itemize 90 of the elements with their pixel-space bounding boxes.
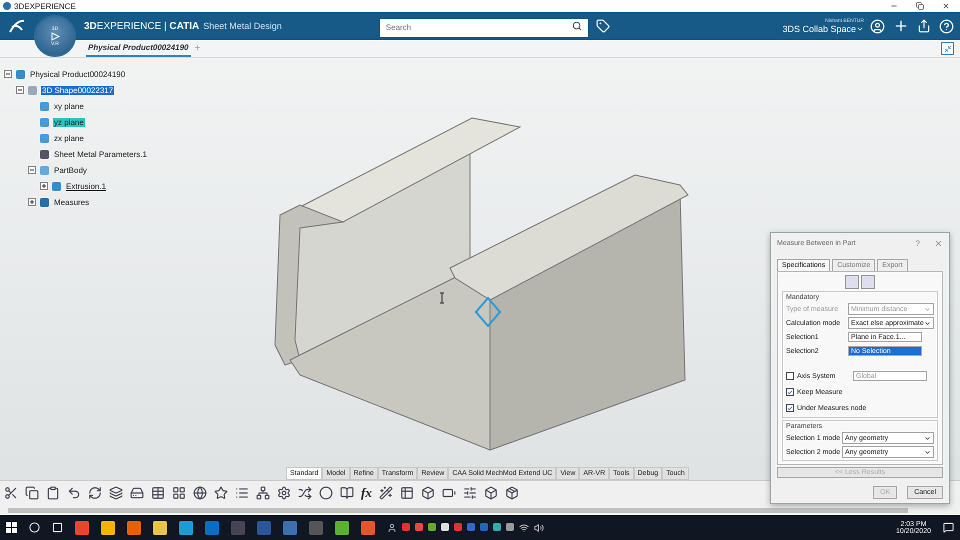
copy-icon[interactable] bbox=[25, 486, 39, 500]
app-tile-icon[interactable] bbox=[283, 520, 297, 534]
formula-button[interactable]: fx bbox=[361, 485, 372, 501]
app-tile-icon[interactable] bbox=[75, 520, 89, 534]
add-icon[interactable] bbox=[893, 18, 909, 34]
plane-icon bbox=[39, 116, 50, 128]
sphere-icon[interactable] bbox=[319, 486, 333, 500]
brand-title: 3DEXPERIENCE | CATIA bbox=[84, 20, 200, 32]
star-icon[interactable] bbox=[214, 486, 228, 500]
book-icon[interactable] bbox=[340, 486, 354, 500]
layers-icon[interactable] bbox=[109, 486, 123, 500]
collapse-toggle-icon[interactable] bbox=[4, 70, 12, 78]
tree-item[interactable]: zx plane bbox=[53, 134, 85, 142]
node-icon bbox=[39, 164, 50, 176]
tree-item[interactable]: PartBody bbox=[53, 166, 88, 174]
checkbox[interactable] bbox=[786, 388, 794, 396]
cursor-icon bbox=[440, 292, 444, 304]
window-title: 3DEXPERIENCE bbox=[14, 2, 76, 10]
collapse-toggle-icon[interactable] bbox=[28, 166, 36, 174]
logo-icon bbox=[8, 18, 26, 34]
sliders-icon[interactable] bbox=[462, 486, 477, 500]
network-icon[interactable] bbox=[256, 486, 270, 500]
plane-icon bbox=[39, 100, 50, 112]
checkbox[interactable] bbox=[786, 372, 794, 380]
app-name: Sheet Metal Design bbox=[203, 21, 282, 31]
collapse-icon[interactable] bbox=[941, 42, 954, 55]
app-tile-icon[interactable] bbox=[205, 520, 219, 534]
grid-icon[interactable] bbox=[172, 486, 186, 500]
node-icon bbox=[39, 196, 50, 208]
app-tile-icon[interactable] bbox=[153, 520, 167, 534]
package-icon[interactable] bbox=[504, 486, 519, 500]
measure-marker-icon bbox=[474, 296, 502, 328]
app-tile-icon[interactable] bbox=[101, 520, 115, 534]
cube-icon[interactable] bbox=[484, 486, 498, 500]
play-icon bbox=[50, 32, 60, 40]
user-icon[interactable] bbox=[870, 18, 885, 34]
app-tile-icon[interactable] bbox=[361, 520, 375, 534]
table-icon[interactable] bbox=[151, 486, 165, 500]
windows-start-icon[interactable] bbox=[6, 522, 17, 533]
node-icon bbox=[15, 68, 26, 80]
collab-space-dropdown[interactable]: 3DS Collab Space bbox=[782, 24, 864, 34]
people-icon[interactable] bbox=[387, 522, 397, 532]
app-tile-icon[interactable] bbox=[127, 520, 141, 534]
app-tile-icon[interactable] bbox=[179, 520, 193, 534]
tree-item[interactable]: Measures bbox=[53, 198, 90, 206]
refresh-icon[interactable] bbox=[88, 486, 102, 500]
tag-icon[interactable] bbox=[596, 19, 610, 33]
shuffle-icon[interactable] bbox=[298, 486, 312, 500]
tree-item[interactable]: 3D Shape00022317 bbox=[41, 86, 114, 94]
share-icon[interactable] bbox=[917, 19, 931, 33]
plane-icon bbox=[39, 132, 50, 144]
caret-icon[interactable] bbox=[856, 25, 864, 33]
node-icon bbox=[27, 84, 38, 96]
volume-icon[interactable] bbox=[534, 522, 544, 532]
wand-icon[interactable] bbox=[378, 486, 393, 500]
battery-icon[interactable] bbox=[442, 486, 456, 500]
box-icon[interactable] bbox=[420, 486, 435, 500]
restore-icon[interactable] bbox=[916, 2, 924, 10]
close-icon[interactable] bbox=[942, 2, 950, 10]
table-icon[interactable] bbox=[400, 486, 414, 500]
search-icon[interactable] bbox=[572, 21, 582, 31]
expand-toggle-icon[interactable] bbox=[40, 182, 48, 190]
scrollbar-thumb[interactable] bbox=[8, 508, 908, 512]
node-icon bbox=[39, 148, 50, 160]
task-view-icon[interactable] bbox=[52, 522, 63, 533]
network-icon[interactable] bbox=[519, 522, 529, 532]
app-tile-icon[interactable] bbox=[231, 520, 245, 534]
clipboard-icon[interactable] bbox=[46, 486, 60, 500]
list-icon[interactable] bbox=[235, 486, 249, 500]
app-logo-icon bbox=[3, 2, 11, 10]
tree-item[interactable]: Sheet Metal Parameters.1 bbox=[53, 150, 148, 158]
app-tile-icon[interactable] bbox=[309, 520, 323, 534]
notifications-icon[interactable] bbox=[943, 522, 954, 533]
drive-icon[interactable] bbox=[130, 486, 144, 500]
node-icon bbox=[51, 180, 62, 192]
undo-icon[interactable] bbox=[67, 486, 81, 500]
tree-item[interactable]: xy plane bbox=[53, 102, 85, 110]
tree-item[interactable]: Extrusion.1 bbox=[65, 182, 108, 190]
expand-toggle-icon[interactable] bbox=[28, 198, 36, 206]
scissors-icon[interactable] bbox=[4, 486, 18, 500]
checkbox[interactable] bbox=[786, 404, 794, 412]
globe-icon[interactable] bbox=[193, 486, 207, 500]
gear-icon[interactable] bbox=[277, 486, 291, 500]
app-tile-icon[interactable] bbox=[335, 520, 349, 534]
tree-item[interactable]: Physical Product00024190 bbox=[29, 70, 126, 78]
collapse-toggle-icon[interactable] bbox=[16, 86, 24, 94]
app-tile-icon[interactable] bbox=[257, 520, 271, 534]
help-icon[interactable] bbox=[939, 18, 954, 34]
search-field[interactable]: Search bbox=[380, 18, 588, 36]
tree-item[interactable]: yz plane bbox=[53, 118, 85, 126]
